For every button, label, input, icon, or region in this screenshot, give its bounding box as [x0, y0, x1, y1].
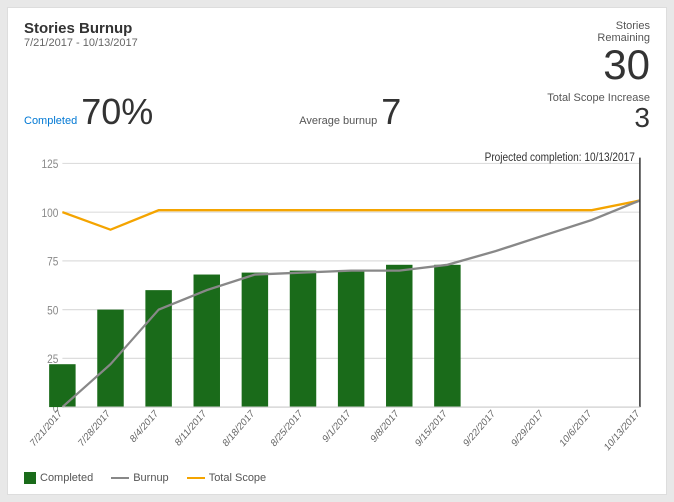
- legend-burnup: Burnup: [111, 472, 168, 484]
- svg-text:75: 75: [47, 256, 58, 269]
- completed-value: 70%: [81, 94, 153, 130]
- burnup-card: Stories Burnup 7/21/2017 - 10/13/2017 St…: [7, 7, 667, 495]
- header: Stories Burnup 7/21/2017 - 10/13/2017 St…: [24, 20, 650, 86]
- stories-remaining-block: StoriesRemaining 30: [597, 20, 650, 86]
- stories-remaining-value: 30: [597, 44, 650, 86]
- total-scope-value: 3: [547, 104, 650, 132]
- legend-scope: Total Scope: [187, 472, 266, 484]
- legend-line-burnup: [111, 477, 129, 479]
- svg-text:125: 125: [41, 158, 58, 171]
- svg-text:8/4/2017: 8/4/2017: [128, 408, 160, 445]
- legend-label-completed: Completed: [40, 472, 93, 484]
- legend-box-completed: [24, 472, 36, 484]
- stats-row: Completed 70% Average burnup 7 Total Sco…: [24, 92, 650, 132]
- svg-text:9/8/2017: 9/8/2017: [369, 408, 401, 445]
- svg-text:8/18/2017: 8/18/2017: [221, 408, 257, 449]
- svg-text:9/29/2017: 9/29/2017: [510, 408, 546, 449]
- svg-text:8/25/2017: 8/25/2017: [269, 408, 305, 449]
- avg-burnup-stat: Average burnup 7: [299, 94, 401, 130]
- svg-text:50: 50: [47, 305, 58, 318]
- legend: Completed Burnup Total Scope: [24, 472, 650, 484]
- svg-text:9/22/2017: 9/22/2017: [462, 408, 498, 449]
- legend-label-scope: Total Scope: [209, 472, 266, 484]
- date-range: 7/21/2017 - 10/13/2017: [24, 37, 138, 49]
- svg-text:7/28/2017: 7/28/2017: [77, 408, 113, 449]
- title-block: Stories Burnup 7/21/2017 - 10/13/2017: [24, 20, 138, 49]
- svg-text:Projected completion: 10/13/20: Projected completion: 10/13/2017: [485, 151, 635, 164]
- svg-text:10/6/2017: 10/6/2017: [558, 408, 594, 449]
- completed-stat: Completed 70%: [24, 94, 153, 130]
- avg-burnup-value: 7: [381, 94, 401, 130]
- legend-completed: Completed: [24, 472, 93, 484]
- svg-text:9/15/2017: 9/15/2017: [414, 408, 450, 449]
- legend-label-burnup: Burnup: [133, 472, 168, 484]
- completed-label: Completed: [24, 115, 77, 127]
- svg-text:9/1/2017: 9/1/2017: [321, 408, 353, 445]
- svg-text:100: 100: [41, 207, 58, 220]
- svg-text:10/13/2017: 10/13/2017: [603, 408, 642, 454]
- svg-text:8/11/2017: 8/11/2017: [173, 408, 208, 449]
- avg-burnup-label: Average burnup: [299, 115, 377, 127]
- burnup-chart-svg: 0255075100125Projected completion: 10/13…: [24, 140, 650, 468]
- total-scope-stat: Total Scope Increase 3: [547, 92, 650, 132]
- svg-text:7/21/2017: 7/21/2017: [29, 408, 65, 449]
- legend-line-scope: [187, 477, 205, 479]
- chart-title: Stories Burnup: [24, 20, 138, 37]
- chart-area: 0255075100125Projected completion: 10/13…: [24, 140, 650, 468]
